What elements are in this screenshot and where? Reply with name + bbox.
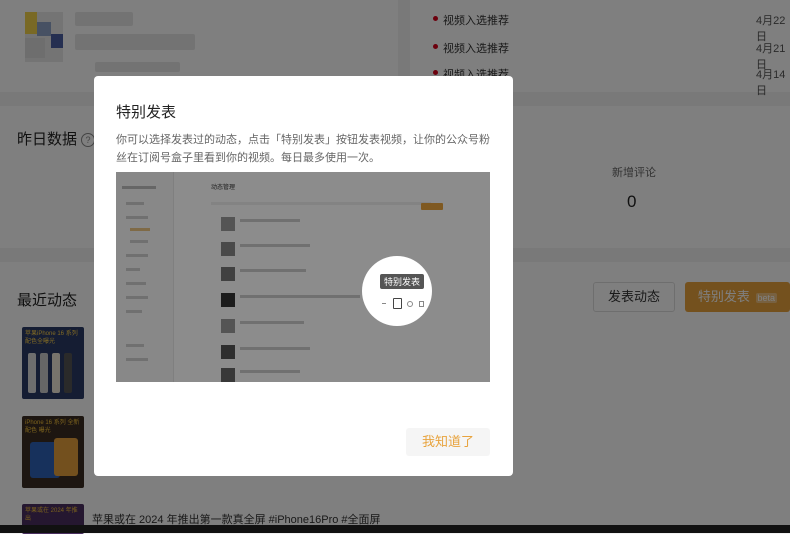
preview-tooltip: 特别发表 xyxy=(380,274,425,289)
preview-image: 动态管理 特别发表 xyxy=(116,172,490,382)
share-icon xyxy=(382,303,386,304)
bottom-bar xyxy=(0,525,790,533)
modal-title: 特别发表 xyxy=(116,104,177,121)
special-post-icon xyxy=(393,298,402,309)
confirm-button[interactable]: 我知道了 xyxy=(406,428,490,456)
modal-description: 你可以选择发表过的动态，点击「特别发表」按钮发表视频，让你的公众号粉丝在订阅号盒… xyxy=(116,134,490,164)
preview-dim xyxy=(116,172,490,382)
preview-spotlight: 特别发表 xyxy=(362,256,432,326)
comment-icon xyxy=(407,301,413,307)
special-post-modal: 特别发表 你可以选择发表过的动态，点击「特别发表」按钮发表视频，让你的公众号粉丝… xyxy=(94,76,513,476)
like-icon xyxy=(419,301,424,307)
